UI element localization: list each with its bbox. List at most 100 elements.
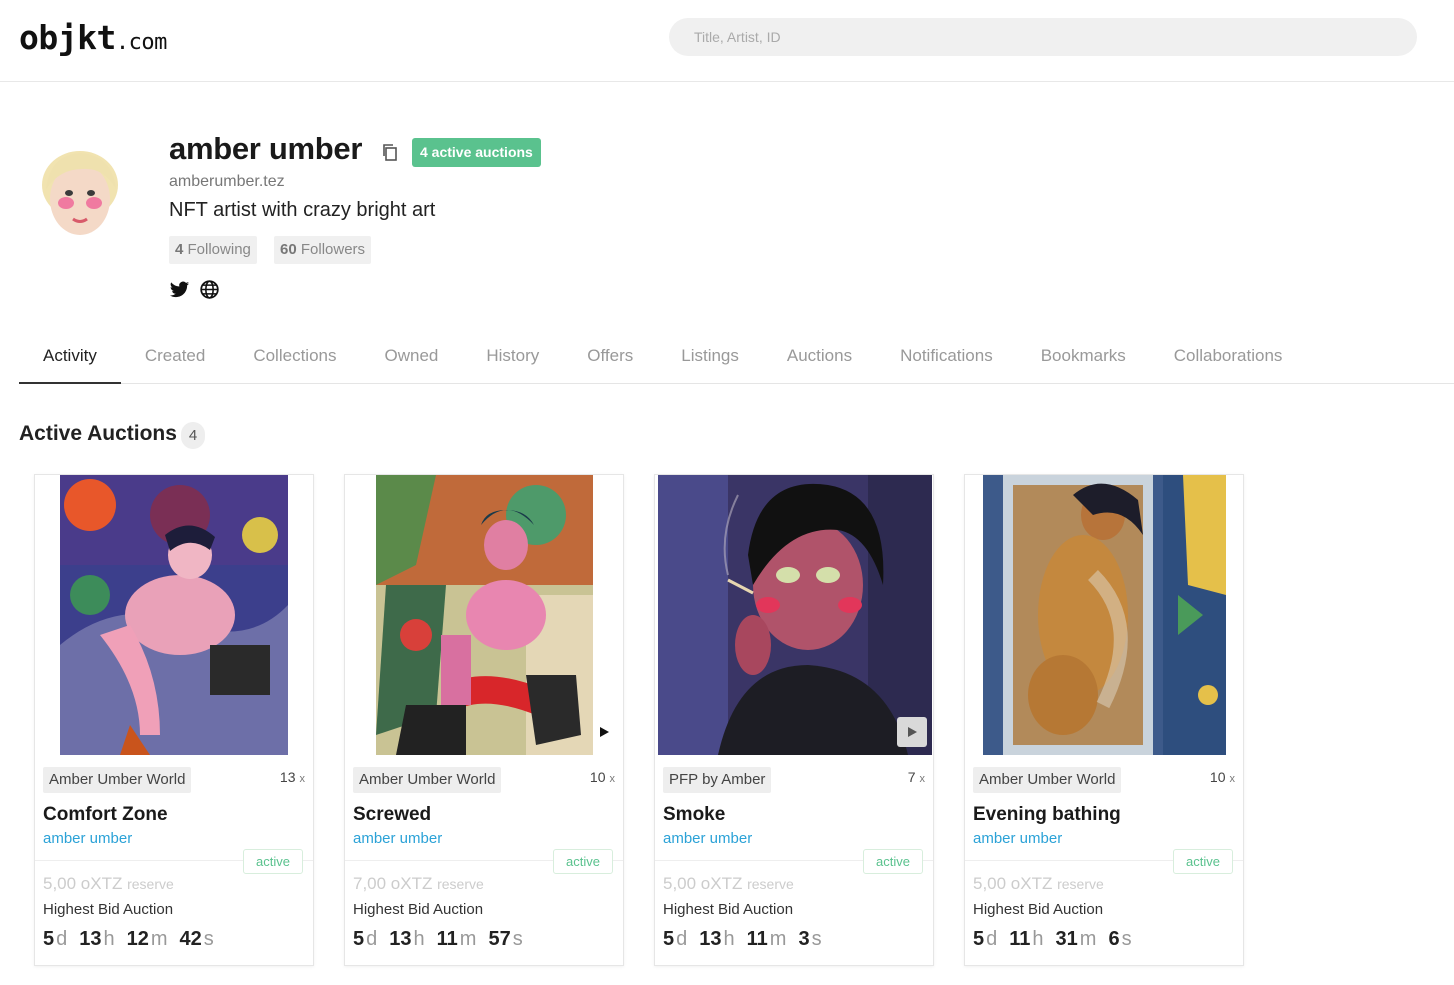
play-icon[interactable] [589,717,619,747]
countdown-seconds: 3 [798,928,810,950]
tab-bookmarks[interactable]: Bookmarks [1017,330,1150,384]
countdown-minutes: 11 [746,928,768,950]
reserve-price: 5,00 oXTZ reserve [663,874,794,894]
artwork-title[interactable]: Evening bathing [973,804,1121,826]
editions-number: 10 [1209,769,1226,785]
status-badge: active [553,849,613,874]
profile-bio: NFT artist with crazy bright art [169,199,436,221]
unit-hours: h [723,928,735,950]
auction-card[interactable]: Amber Umber World 13 x Comfort Zone amber… [34,474,314,966]
countdown-seconds: 57 [488,928,511,950]
tab-owned[interactable]: Owned [360,330,462,384]
logo-main-text: objkt [19,18,116,57]
reserve-price: 5,00 oXTZ reserve [43,874,174,894]
artist-link[interactable]: amber umber [973,830,1062,847]
auction-type: Highest Bid Auction [43,901,174,918]
artist-link[interactable]: amber umber [353,830,442,847]
tab-notifications[interactable]: Notifications [876,330,1017,384]
avatar [38,145,122,241]
reserve-amount: 5,00 oXTZ [973,874,1053,893]
auction-type: Highest Bid Auction [353,901,484,918]
countdown-days: 5 [43,928,55,950]
countdown-timer: 5 d 13 h 11 m 3 s [663,928,834,951]
unit-days: d [366,928,378,950]
profile-tabs: Activity Created Collections Owned Histo… [19,330,1454,384]
countdown-timer: 5 d 13 h 11 m 57 s [353,928,535,951]
unit-days: d [676,928,688,950]
countdown-seconds: 42 [179,928,202,950]
countdown-timer: 5 d 13 h 12 m 42 s [43,928,226,951]
tab-listings[interactable]: Listings [657,330,763,384]
tab-created[interactable]: Created [121,330,229,384]
followers-label: Followers [300,241,366,258]
auction-card[interactable]: PFP by Amber 7x Smoke amber umber active… [654,474,934,966]
unit-seconds: s [203,928,214,950]
following-label: Following [187,241,251,258]
collection-chip[interactable]: PFP by Amber [663,767,772,793]
search-input[interactable] [669,18,1417,56]
editions-suffix: x [919,773,926,785]
tab-history[interactable]: History [462,330,563,384]
followers-stat[interactable]: 60 Followers [274,236,372,264]
countdown-seconds: 6 [1108,928,1120,950]
reserve-label: reserve [1057,876,1104,892]
artwork-image[interactable] [658,475,932,755]
following-stat[interactable]: 4 Following [169,236,257,264]
active-auctions-badge[interactable]: 4 active auctions [412,138,541,167]
reserve-label: reserve [127,876,174,892]
artist-link[interactable]: amber umber [663,830,752,847]
reserve-price: 7,00 oXTZ reserve [353,874,484,894]
unit-seconds: s [811,928,822,950]
editions-number: 7 [907,769,916,785]
artwork-image[interactable] [60,475,288,755]
artwork-title[interactable]: Screwed [353,804,431,826]
countdown-hours: 13 [389,928,412,950]
twitter-icon[interactable] [169,279,190,300]
artwork-image[interactable] [983,475,1226,755]
tab-collections[interactable]: Collections [229,330,360,384]
unit-seconds: s [1121,928,1132,950]
unit-days: d [56,928,68,950]
editions-suffix: x [299,773,306,785]
copy-icon[interactable] [380,142,400,162]
tab-offers[interactable]: Offers [563,330,657,384]
globe-icon[interactable] [199,279,220,300]
unit-days: d [986,928,998,950]
followers-count: 60 [280,241,297,258]
tab-activity[interactable]: Activity [19,330,121,384]
countdown-minutes: 12 [126,928,149,950]
status-badge: active [243,849,303,874]
collection-chip[interactable]: Amber Umber World [973,767,1122,793]
tab-collaborations[interactable]: Collaborations [1150,330,1307,384]
artist-link[interactable]: amber umber [43,830,132,847]
section-count-badge: 4 [181,422,205,449]
artwork-title[interactable]: Smoke [663,804,725,826]
artwork-image[interactable] [376,475,593,755]
editions-number: 10 [589,769,606,785]
play-icon[interactable] [897,717,927,747]
site-logo[interactable]: objkt.com [19,18,167,57]
collection-chip[interactable]: Amber Umber World [353,767,502,793]
auction-card[interactable]: Amber Umber World 10 x Evening bathing am… [964,474,1244,966]
profile-handle: amberumber.tez [169,173,285,190]
countdown-hours: 13 [79,928,102,950]
unit-minutes: m [459,928,477,950]
auction-card[interactable]: Amber Umber World 10 x Screwed amber umbe… [344,474,624,966]
unit-minutes: m [769,928,787,950]
unit-hours: h [413,928,425,950]
editions-number: 13 [279,769,296,785]
countdown-days: 5 [973,928,985,950]
reserve-amount: 5,00 oXTZ [43,874,123,893]
logo-domain-text: .com [115,30,167,55]
countdown-minutes: 31 [1055,928,1078,950]
tab-auctions[interactable]: Auctions [763,330,876,384]
unit-hours: h [1032,928,1044,950]
unit-minutes: m [150,928,168,950]
countdown-minutes: 11 [436,928,458,950]
collection-chip[interactable]: Amber Umber World [43,767,192,793]
artwork-title[interactable]: Comfort Zone [43,804,168,826]
unit-minutes: m [1079,928,1097,950]
unit-hours: h [103,928,115,950]
reserve-label: reserve [747,876,794,892]
section-title: Active Auctions [19,422,177,445]
